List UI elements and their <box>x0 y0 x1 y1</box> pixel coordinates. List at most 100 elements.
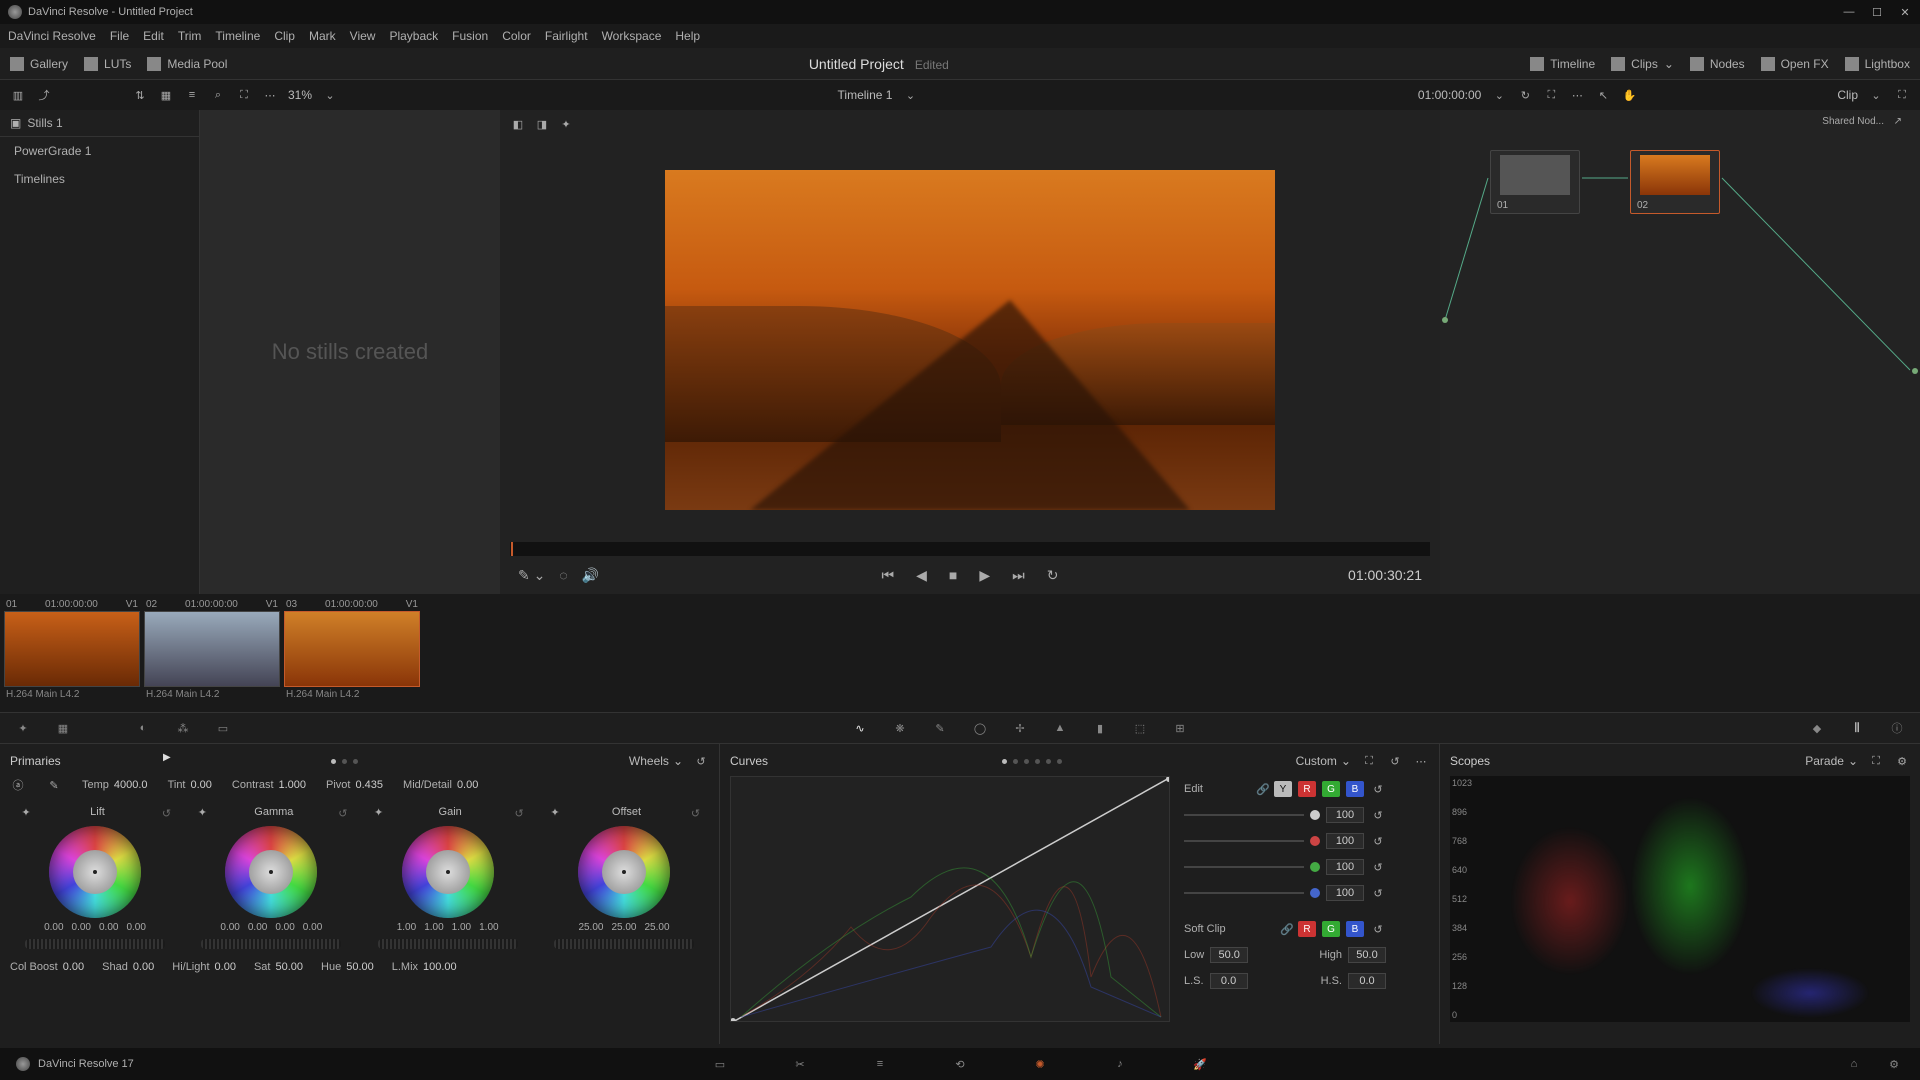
wand-icon[interactable]: ✦ <box>558 116 574 132</box>
color-page-icon[interactable]: ✺ <box>1030 1054 1050 1074</box>
unmix-icon[interactable]: ◌ <box>559 567 567 584</box>
intensity-b[interactable]: 100 <box>1326 885 1364 901</box>
channel-g-button[interactable]: G <box>1322 781 1340 797</box>
window-icon[interactable]: ◯ <box>971 719 989 737</box>
highlight-icon[interactable]: ◧ <box>510 116 526 132</box>
lift-val[interactable]: 0.00 <box>99 922 118 933</box>
menu-fairlight[interactable]: Fairlight <box>545 29 588 43</box>
toolbar-openfx[interactable]: Open FX <box>1761 57 1829 71</box>
contrast-value[interactable]: 1.000 <box>279 779 307 791</box>
menu-help[interactable]: Help <box>675 29 700 43</box>
home-icon[interactable]: ⌂ <box>1844 1054 1864 1074</box>
low-value[interactable]: 50.0 <box>1210 947 1248 963</box>
sub-timecode[interactable]: 01:00:00:00 <box>1418 88 1481 102</box>
key-icon[interactable]: ⬚ <box>1131 719 1149 737</box>
hs-value[interactable]: 0.0 <box>1348 973 1386 989</box>
bypass-icon[interactable]: ↻ <box>1517 87 1533 103</box>
loop-button[interactable]: ↻ <box>1047 567 1059 584</box>
color-match-icon[interactable]: ▦ <box>54 719 72 737</box>
lift-val[interactable]: 0.00 <box>44 922 63 933</box>
offset-reset-icon[interactable]: ↺ <box>690 807 701 818</box>
menu-color[interactable]: Color <box>502 29 531 43</box>
offset-wheel[interactable] <box>578 826 670 918</box>
gamma-reset-icon[interactable]: ↺ <box>337 807 348 818</box>
offset-picker-icon[interactable]: ✦ <box>547 804 563 820</box>
blur-icon[interactable]: ▮ <box>1091 719 1109 737</box>
warper-icon[interactable]: ❋ <box>891 719 909 737</box>
primaries-reset-icon[interactable]: ↺ <box>693 753 709 769</box>
shad-value[interactable]: 0.00 <box>133 961 154 973</box>
toolbar-media-pool[interactable]: Media Pool <box>147 57 227 71</box>
hilight-value[interactable]: 0.00 <box>215 961 236 973</box>
info-icon[interactable]: ⓘ <box>1888 719 1906 737</box>
viewer-more-icon[interactable]: ⋯ <box>1569 87 1585 103</box>
stills-album-header[interactable]: ▣ Stills 1 <box>0 110 199 137</box>
sat-value[interactable]: 50.00 <box>275 961 303 973</box>
scopes-settings-icon[interactable]: ⚙ <box>1894 753 1910 769</box>
gain-val[interactable]: 1.00 <box>479 922 498 933</box>
offset-jog[interactable] <box>554 939 694 949</box>
gamma-val[interactable]: 0.00 <box>248 922 267 933</box>
clip-03[interactable]: 0301:00:00:00V1H.264 Main L4.2 <box>284 598 420 702</box>
sidebar-item-powergrade[interactable]: PowerGrade 1 <box>0 137 199 165</box>
menu-timeline[interactable]: Timeline <box>215 29 260 43</box>
reset-r-icon[interactable]: ↺ <box>1370 833 1386 849</box>
node-02[interactable]: 02 <box>1630 150 1720 214</box>
hand-tool-icon[interactable]: ✋ <box>1621 87 1637 103</box>
softclip-link-icon[interactable]: 🔗 <box>1280 923 1292 935</box>
timeline-name[interactable]: Timeline 1 <box>838 88 893 102</box>
lift-jog[interactable] <box>25 939 165 949</box>
offset-val[interactable]: 25.00 <box>611 922 636 933</box>
intensity-g[interactable]: 100 <box>1326 859 1364 875</box>
search-icon[interactable]: ⌕ <box>210 87 226 103</box>
menu-clip[interactable]: Clip <box>274 29 295 43</box>
sizing-icon[interactable]: ⊞ <box>1171 719 1189 737</box>
prev-clip-button[interactable]: ⏮ <box>882 567 895 584</box>
pick-wb-icon[interactable]: ✎ <box>46 777 62 793</box>
high-value[interactable]: 50.0 <box>1348 947 1386 963</box>
tc-chevron-icon[interactable]: ⌄ <box>1491 87 1507 103</box>
menu-workspace[interactable]: Workspace <box>602 29 662 43</box>
gamma-val[interactable]: 0.00 <box>275 922 294 933</box>
keyframe-icon[interactable]: ◆ <box>1808 719 1826 737</box>
softclip-reset-icon[interactable]: ↺ <box>1370 921 1386 937</box>
lift-picker-icon[interactable]: ✦ <box>18 804 34 820</box>
toolbar-lightbox[interactable]: Lightbox <box>1845 57 1910 71</box>
scopes-expand-icon[interactable]: ⛶ <box>1868 753 1884 769</box>
toolbar-clips[interactable]: Clips ⌄ <box>1611 57 1674 71</box>
menu-fusion[interactable]: Fusion <box>452 29 488 43</box>
qualifier-icon[interactable]: ✎ <box>931 719 949 737</box>
zoom-level[interactable]: 31% <box>288 88 312 102</box>
motion-icon[interactable]: ▭ <box>214 719 232 737</box>
reset-y-icon[interactable]: ↺ <box>1370 807 1386 823</box>
lift-val[interactable]: 0.00 <box>126 922 145 933</box>
clip-mode[interactable]: Clip <box>1837 88 1858 102</box>
lmix-value[interactable]: 100.00 <box>423 961 457 973</box>
magic-mask-icon[interactable]: ▲ <box>1051 719 1069 737</box>
middetail-value[interactable]: 0.00 <box>457 779 478 791</box>
expand-icon[interactable]: ⛶ <box>236 87 252 103</box>
scopes-mode-dropdown[interactable]: Parade ⌄ <box>1805 754 1858 768</box>
curves-expand-icon[interactable]: ⛶ <box>1361 753 1377 769</box>
curves-reset-icon[interactable]: ↺ <box>1387 753 1403 769</box>
sc-r-button[interactable]: R <box>1298 921 1316 937</box>
fusion-page-icon[interactable]: ⟲ <box>950 1054 970 1074</box>
reset-b-icon[interactable]: ↺ <box>1370 885 1386 901</box>
clip-01[interactable]: 0101:00:00:00V1H.264 Main L4.2 <box>4 598 140 702</box>
cut-page-icon[interactable]: ✂ <box>790 1054 810 1074</box>
node-01[interactable]: 01 <box>1490 150 1580 214</box>
menu-view[interactable]: View <box>350 29 376 43</box>
sc-g-button[interactable]: G <box>1322 921 1340 937</box>
sc-b-button[interactable]: B <box>1346 921 1364 937</box>
mute-icon[interactable]: 🔊 <box>582 567 599 584</box>
toolbar-nodes[interactable]: Nodes <box>1690 57 1745 71</box>
toolbar-luts[interactable]: LUTs <box>84 57 131 71</box>
step-back-button[interactable]: ◀ <box>916 567 927 584</box>
clip-chevron-icon[interactable]: ⌄ <box>1868 87 1884 103</box>
camera-raw-icon[interactable]: ✦ <box>14 719 32 737</box>
viewer-canvas[interactable] <box>665 170 1275 510</box>
curves-icon[interactable]: ∿ <box>851 719 869 737</box>
offset-val[interactable]: 25.00 <box>645 922 670 933</box>
play-button[interactable]: ▶ <box>979 567 990 584</box>
reset-g-icon[interactable]: ↺ <box>1370 859 1386 875</box>
